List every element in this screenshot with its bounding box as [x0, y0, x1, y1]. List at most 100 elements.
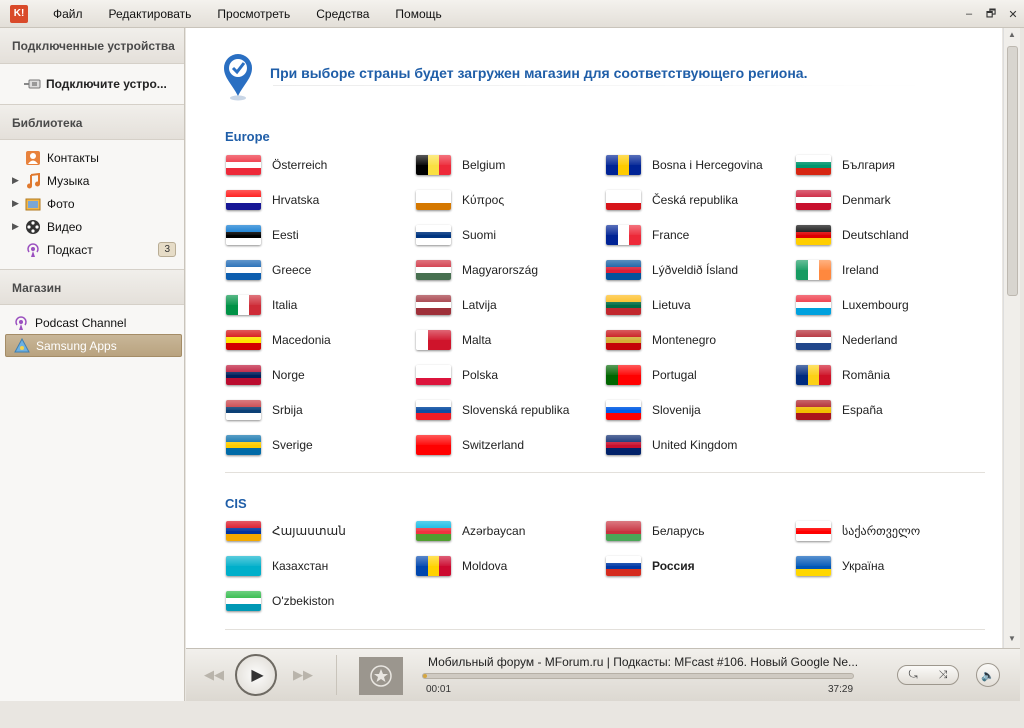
- section-title-europe: Europe: [225, 129, 270, 144]
- country-item-italia-16[interactable]: Italia: [226, 293, 297, 317]
- country-item-o-sterreich-0[interactable]: Österreich: [226, 153, 327, 177]
- country-item-espan-a-31[interactable]: España: [796, 398, 883, 422]
- minimize-button[interactable]: –: [958, 8, 980, 20]
- time-total: 37:29: [828, 684, 854, 695]
- flag-icon: [796, 521, 831, 541]
- country-item-az-rbaycan-1[interactable]: Azərbaycan: [416, 519, 525, 543]
- flag-icon: [416, 225, 451, 245]
- country-item-local-7[interactable]: Україна: [796, 554, 884, 578]
- section-divider: [225, 472, 985, 473]
- sidebar-item-video[interactable]: ▶ Видео: [0, 215, 184, 238]
- country-item-roma-nia-27[interactable]: România: [796, 363, 890, 387]
- flag-icon: [796, 190, 831, 210]
- scroll-down-arrow-icon[interactable]: ▼: [1004, 632, 1020, 646]
- flag-icon: [606, 556, 641, 576]
- country-label: Luxembourg: [842, 298, 909, 312]
- sidebar-item-label: Контакты: [47, 150, 99, 165]
- country-item-local-6[interactable]: Россия: [606, 554, 695, 578]
- shuffle-icon[interactable]: ⤨: [939, 669, 948, 682]
- expand-chevron-icon[interactable]: ▶: [12, 198, 24, 209]
- podcast-count-badge: 3: [158, 242, 176, 257]
- volume-button[interactable]: 🔈: [976, 663, 1000, 687]
- country-item-malta-21[interactable]: Malta: [416, 328, 491, 352]
- country-label: Slovenská republika: [462, 403, 570, 417]
- scroll-up-arrow-icon[interactable]: ▲: [1004, 28, 1020, 42]
- country-item-slovenija-30[interactable]: Slovenija: [606, 398, 701, 422]
- sidebar-item-podcast[interactable]: Подкаст 3: [0, 238, 184, 261]
- close-button[interactable]: ✕: [1002, 8, 1024, 21]
- play-button[interactable]: ▶: [235, 654, 277, 696]
- repeat-icon[interactable]: ⤿: [909, 669, 918, 682]
- store-region-panel: При выборе страны будет загружен магазин…: [186, 28, 1002, 648]
- country-label: Azərbaycan: [462, 524, 526, 538]
- country-item-sverige-32[interactable]: Sverige: [226, 433, 313, 457]
- flag-icon: [796, 225, 831, 245]
- country-item-c-eska-republika-6[interactable]: Česká republika: [606, 188, 738, 212]
- menu-view[interactable]: Просмотреть: [204, 0, 303, 28]
- flag-icon: [416, 260, 451, 280]
- country-item-macedonia-20[interactable]: Macedonia: [226, 328, 331, 352]
- country-item-montenegro-22[interactable]: Montenegro: [606, 328, 716, 352]
- restore-button[interactable]: 🗗: [980, 5, 1002, 24]
- country-item-local-3[interactable]: България: [796, 153, 895, 177]
- country-item-luxembourg-19[interactable]: Luxembourg: [796, 293, 909, 317]
- country-item-greece-12[interactable]: Greece: [226, 258, 311, 282]
- country-item-united-kingdom-34[interactable]: United Kingdom: [606, 433, 737, 457]
- country-item-local-2[interactable]: Беларусь: [606, 519, 704, 543]
- library-header: Библиотека: [0, 104, 184, 140]
- country-item-nederland-23[interactable]: Nederland: [796, 328, 897, 352]
- country-item-bosna-i-hercegovina-2[interactable]: Bosna i Hercegovina: [606, 153, 763, 177]
- country-item-srbija-28[interactable]: Srbija: [226, 398, 303, 422]
- expand-chevron-icon[interactable]: ▶: [12, 175, 24, 186]
- country-item-moldova-5[interactable]: Moldova: [416, 554, 507, 578]
- country-item-hrvatska-4[interactable]: Hrvatska: [226, 188, 319, 212]
- main-scrollbar[interactable]: ▲ ▼: [1003, 28, 1020, 648]
- country-item-magyarorsza-g-13[interactable]: Magyarország: [416, 258, 538, 282]
- country-item-ly-veldi-i-sland-14[interactable]: Lýðveldið Ísland: [606, 258, 738, 282]
- country-item-ireland-15[interactable]: Ireland: [796, 258, 879, 282]
- flag-icon: [226, 330, 261, 350]
- country-item-switzerland-33[interactable]: Switzerland: [416, 433, 524, 457]
- country-item-suomi-9[interactable]: Suomi: [416, 223, 496, 247]
- country-item-france-10[interactable]: France: [606, 223, 689, 247]
- flag-icon: [416, 435, 451, 455]
- sidebar-item-podcast-channel[interactable]: Podcast Channel: [0, 311, 184, 334]
- scroll-thumb[interactable]: [1007, 46, 1018, 296]
- country-item-belgium-1[interactable]: Belgium: [416, 153, 505, 177]
- next-track-icon[interactable]: ▶▶: [293, 667, 313, 683]
- country-item-local-3[interactable]: საქართველო: [796, 519, 920, 543]
- country-item-portugal-26[interactable]: Portugal: [606, 363, 697, 387]
- flag-icon: [606, 435, 641, 455]
- previous-track-icon[interactable]: ◀◀: [204, 667, 224, 683]
- country-item-local-4[interactable]: Казахстан: [226, 554, 328, 578]
- playback-mode-controls: ⤿ ⤨: [897, 665, 959, 685]
- expand-chevron-icon[interactable]: ▶: [12, 221, 24, 232]
- menu-tools[interactable]: Средства: [303, 0, 382, 28]
- country-item-o-zbekiston-8[interactable]: O'zbekiston: [226, 589, 334, 613]
- flag-icon: [606, 225, 641, 245]
- country-item-eesti-8[interactable]: Eesti: [226, 223, 299, 247]
- connect-device-item[interactable]: Подключите устро...: [0, 64, 184, 104]
- country-item-deutschland-11[interactable]: Deutschland: [796, 223, 909, 247]
- country-item-denmark-7[interactable]: Denmark: [796, 188, 891, 212]
- flag-icon: [606, 521, 641, 541]
- country-item-polska-25[interactable]: Polska: [416, 363, 498, 387]
- flag-icon: [226, 400, 261, 420]
- country-item-lietuva-18[interactable]: Lietuva: [606, 293, 691, 317]
- sidebar-item-photo[interactable]: ▶ Фото: [0, 192, 184, 215]
- sidebar-item-contacts[interactable]: Контакты: [0, 146, 184, 169]
- country-item-slovenska-republika-29[interactable]: Slovenská republika: [416, 398, 569, 422]
- country-item-local-5[interactable]: Κύπρος: [416, 188, 504, 212]
- country-item-latvija-17[interactable]: Latvija: [416, 293, 497, 317]
- country-label: Srbija: [272, 403, 303, 417]
- menu-help[interactable]: Помощь: [382, 0, 454, 28]
- country-item-norge-24[interactable]: Norge: [226, 363, 305, 387]
- menu-file[interactable]: Файл: [40, 0, 96, 28]
- sidebar-item-samsung-apps[interactable]: Samsung Apps: [5, 334, 182, 357]
- play-icon: ▶: [251, 667, 264, 684]
- sidebar-item-music[interactable]: ▶ Музыка: [0, 169, 184, 192]
- progress-bar[interactable]: [422, 673, 854, 679]
- menu-edit[interactable]: Редактировать: [96, 0, 205, 28]
- flag-icon: [226, 260, 261, 280]
- country-item-local-0[interactable]: Հայաստան: [226, 519, 346, 543]
